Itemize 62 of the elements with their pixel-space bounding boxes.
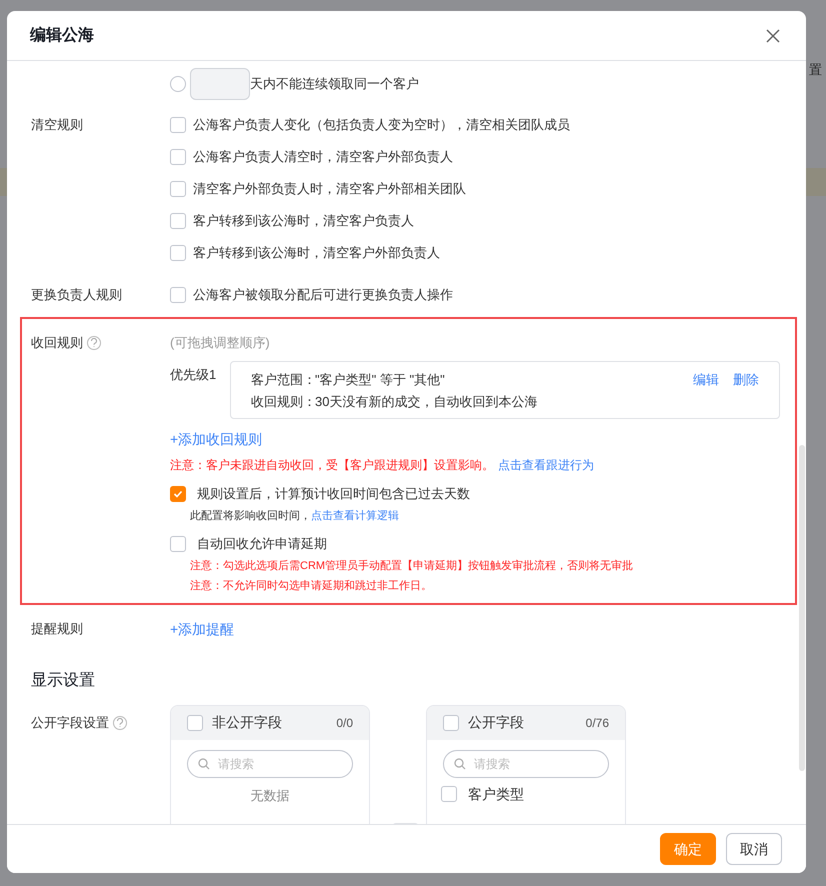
search-field[interactable]: 请搜索 — [187, 750, 353, 778]
search-icon — [454, 758, 466, 770]
empty-text: 无数据 — [250, 788, 290, 802]
checkbox[interactable] — [441, 786, 457, 802]
option-label: 清空客户外部负责人时，清空客户外部相关团队 — [193, 180, 466, 198]
help-icon[interactable] — [113, 716, 127, 730]
priority-label: 优先级1 — [170, 366, 218, 384]
option-label: 公海客户被领取分配后可进行更换负责人操作 — [193, 286, 453, 304]
checkbox[interactable] — [170, 287, 186, 303]
warning-text: 注意：不允许同时勾选申请延期和跳过非工作日。 — [190, 578, 432, 594]
option-label: 公海客户负责人变化（包括负责人变为空时），清空相关团队成员 — [193, 116, 570, 134]
checkbox[interactable] — [170, 181, 186, 197]
hint-text: (可拖拽调整顺序) — [170, 334, 271, 352]
section-title: 显示设置 — [31, 670, 96, 690]
add-reminder-link[interactable]: +添加提醒 — [170, 618, 234, 638]
footer-button[interactable]: 取消 — [726, 833, 782, 865]
radio-button[interactable] — [170, 76, 186, 92]
panel-count: 0/0 — [336, 714, 353, 732]
option-label: 客户转移到该公海时，清空客户负责人 — [193, 212, 414, 230]
note-link[interactable]: 点击查看计算逻辑 — [311, 508, 399, 524]
option-label: 自动回收允许申请延期 — [197, 535, 327, 553]
rule-action-link[interactable]: 删除 — [733, 370, 759, 390]
option-label: 客户转移到该公海时，清空客户外部负责人 — [193, 244, 440, 262]
field-label: 清空规则 — [31, 116, 83, 134]
notice-link[interactable]: 点击查看跟进行为 — [498, 456, 594, 474]
search-icon — [198, 758, 210, 770]
field-label: 更换负责人规则 — [31, 286, 122, 304]
rule-value: 30天没有新的成交，自动收回到本公海 — [315, 392, 538, 410]
help-icon[interactable] — [87, 336, 101, 350]
field-label: 提醒规则 — [31, 620, 83, 638]
panel-count: 0/76 — [586, 714, 609, 732]
option-label: 规则设置后，计算预计收回时间包含已过去天数 — [197, 485, 470, 503]
field-label: 收回规则 — [31, 334, 83, 352]
option-label: 公海客户负责人清空时，清空客户外部负责人 — [193, 148, 453, 166]
rule-key: 客户范围： — [251, 370, 315, 390]
checkbox[interactable] — [170, 213, 186, 229]
check-icon — [173, 488, 183, 499]
field-item: 客户类型 — [468, 784, 524, 804]
checkbox[interactable] — [170, 486, 186, 502]
rule-action-link[interactable]: 编辑 — [693, 370, 719, 390]
notice-text: 注意：客户未跟进自动收回，受【客户跟进规则】设置影响。 — [170, 457, 494, 474]
checkbox[interactable] — [170, 536, 186, 552]
rule-key: 收回规则： — [251, 392, 315, 411]
field-label: 公开字段设置 — [31, 714, 109, 732]
panel-title: 公开字段 — [468, 713, 525, 732]
add-rule-link[interactable]: +添加收回规则 — [170, 429, 262, 450]
checkbox[interactable] — [170, 117, 186, 133]
scrollbar-thumb[interactable] — [799, 445, 805, 771]
number-input[interactable] — [190, 68, 250, 100]
field-suffix: 天内不能连续领取同一个客户 — [250, 75, 419, 94]
checkbox[interactable] — [187, 714, 203, 730]
warning-text: 注意：勾选此选项后需CRM管理员手动配置【申请延期】按钮触发审批流程，否则将无审批 — [190, 558, 634, 574]
checkbox[interactable] — [170, 149, 186, 165]
checkbox[interactable] — [443, 714, 459, 730]
background-text: 置 — [809, 61, 822, 79]
search-field[interactable]: 请搜索 — [443, 750, 609, 778]
footer-button[interactable]: 确定 — [660, 833, 716, 865]
checkbox[interactable] — [170, 245, 186, 261]
rule-value: "客户类型" 等于 "其他" — [315, 371, 445, 389]
dialog-title: 编辑公海 — [30, 25, 94, 46]
note-text: 此配置将影响收回时间， — [190, 508, 311, 524]
panel-title: 非公开字段 — [212, 713, 283, 732]
